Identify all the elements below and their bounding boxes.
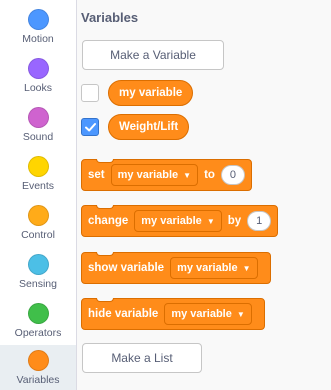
operators-category-icon — [27, 303, 49, 324]
make-list-button[interactable]: Make a List — [82, 343, 202, 373]
block-notch — [96, 298, 114, 302]
category-label: Variables — [16, 374, 60, 386]
section-title: Variables — [81, 10, 139, 25]
block-keyword: change — [88, 215, 129, 227]
block-keyword: set — [88, 169, 105, 181]
block-keyword: show variable — [88, 262, 165, 274]
make-variable-button[interactable]: Make a Variable — [82, 40, 224, 70]
hide-variable-block[interactable]: hide variable my variable ▼ — [81, 298, 265, 330]
checkmark-icon — [85, 123, 96, 132]
category-motion[interactable]: Motion — [0, 6, 76, 53]
variable-checkbox[interactable] — [81, 84, 99, 102]
caret-down-icon: ▼ — [206, 216, 215, 226]
block-keyword: by — [227, 215, 242, 227]
category-variables[interactable]: Variables — [0, 345, 76, 390]
category-sound[interactable]: Sound — [0, 104, 76, 151]
caret-down-icon: ▼ — [183, 170, 192, 180]
category-operators[interactable]: Operators — [0, 300, 76, 347]
variable-dropdown[interactable]: my variable ▼ — [134, 210, 222, 232]
variable-checkbox-checked[interactable] — [81, 118, 99, 136]
block-keyword: to — [204, 169, 215, 181]
sound-category-icon — [27, 107, 49, 128]
value-input[interactable]: 1 — [247, 211, 272, 231]
caret-down-icon: ▼ — [242, 263, 251, 273]
sensing-category-icon — [27, 254, 49, 275]
variable-reporter[interactable]: Weight/Lift — [108, 114, 190, 140]
block-notch — [96, 159, 114, 163]
blocks-palette: Variables Make a Variable my variable We… — [77, 0, 331, 390]
category-events[interactable]: Events — [0, 153, 76, 200]
change-variable-block[interactable]: change my variable ▼ by 1 — [81, 205, 279, 237]
control-category-icon — [27, 205, 49, 226]
dropdown-value: my variable — [171, 308, 232, 320]
value-input[interactable]: 0 — [220, 165, 245, 185]
dropdown-value: my variable — [177, 262, 238, 274]
motion-category-icon — [27, 9, 49, 30]
category-label: Sensing — [19, 278, 57, 290]
dropdown-value: my variable — [117, 169, 179, 181]
category-label: Sound — [22, 131, 54, 143]
category-label: Operators — [14, 327, 62, 339]
dropdown-value: my variable — [141, 215, 202, 227]
block-keyword: hide variable — [88, 308, 159, 320]
variables-category-icon — [27, 350, 49, 371]
variable-reporter[interactable]: my variable — [108, 80, 194, 106]
variable-dropdown[interactable]: my variable ▼ — [110, 164, 199, 186]
category-label: Motion — [22, 33, 54, 45]
caret-down-icon: ▼ — [236, 309, 245, 319]
category-sensing[interactable]: Sensing — [0, 251, 76, 298]
variable-dropdown[interactable]: my variable ▼ — [170, 257, 258, 279]
category-label: Events — [21, 180, 55, 192]
block-notch — [96, 205, 114, 209]
set-variable-block[interactable]: set my variable ▼ to 0 — [81, 159, 252, 191]
show-variable-block[interactable]: show variable my variable ▼ — [81, 252, 271, 284]
looks-category-icon — [27, 58, 49, 79]
category-label: Control — [21, 229, 55, 241]
category-sidebar: Motion Looks Sound Events Control Sensin… — [0, 0, 77, 390]
events-category-icon — [27, 156, 49, 177]
block-notch — [96, 252, 114, 256]
category-control[interactable]: Control — [0, 202, 76, 249]
variable-dropdown[interactable]: my variable ▼ — [164, 303, 252, 325]
category-looks[interactable]: Looks — [0, 55, 76, 102]
category-label: Looks — [23, 82, 53, 94]
